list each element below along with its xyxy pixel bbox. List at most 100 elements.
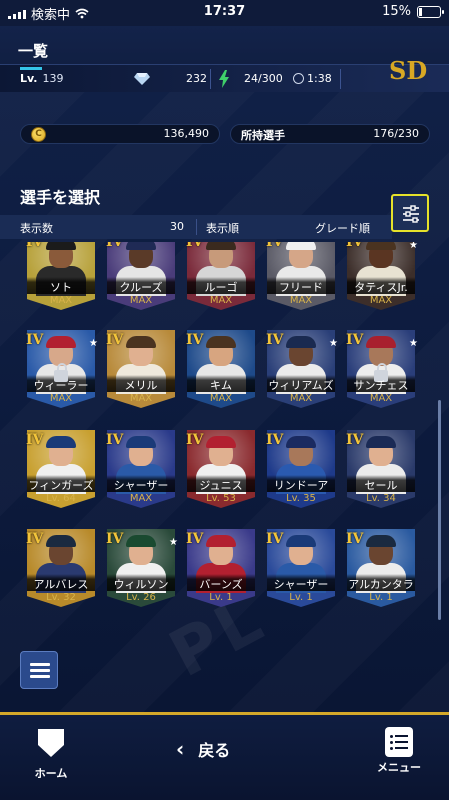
clock-icon	[293, 73, 304, 84]
card-grade: IV	[106, 432, 124, 448]
player-portrait-cap	[286, 242, 316, 250]
section-title: 選手を選択	[20, 188, 101, 207]
player-portrait-cap	[46, 336, 76, 348]
player-name: ルーゴ	[204, 281, 238, 294]
chevron-left-icon: ‹	[176, 737, 185, 761]
battery-text: 15%	[382, 4, 411, 19]
player-level: Lv. 53	[206, 493, 236, 504]
card-grade: IV	[106, 242, 124, 250]
display-count-value[interactable]: 30	[170, 220, 184, 233]
player-level: MAX	[209, 295, 233, 306]
player-portrait-cap	[366, 535, 396, 547]
battery-icon	[417, 5, 444, 18]
player-name: ウィリアムズ	[268, 379, 334, 392]
player-name: バーンズ	[199, 578, 243, 591]
player-level: Lv. 1	[289, 592, 313, 603]
player-portrait-cap	[46, 535, 76, 547]
player-portrait-cap	[126, 242, 156, 250]
player-card[interactable]: IV フリード MAX	[264, 242, 338, 318]
player-portrait-cap	[206, 242, 236, 250]
player-card[interactable]: IV メリル MAX	[104, 330, 178, 416]
player-portrait-cap	[206, 535, 236, 547]
back-button[interactable]: ‹ 戻る	[176, 737, 230, 761]
scrollbar[interactable]	[438, 400, 441, 620]
player-portrait-cap	[46, 242, 76, 250]
player-level: Lv. 1	[209, 592, 233, 603]
player-card[interactable]: IV シャーザー Lv. 1	[264, 529, 338, 615]
player-name: フリード	[279, 281, 323, 294]
display-count-label: 表示数	[20, 222, 53, 235]
player-card[interactable]: IV リンドーア Lv. 35	[264, 430, 338, 516]
player-name: クルーズ	[119, 281, 163, 294]
player-card[interactable]: IV シャーザー MAX	[104, 430, 178, 516]
status-right: 15%	[382, 4, 444, 19]
player-level: Lv. 32	[46, 592, 76, 603]
player-name: タティスJr.	[354, 281, 408, 294]
player-card[interactable]: IV ジュニス Lv. 53	[184, 430, 258, 516]
menu-button[interactable]: メニュー	[372, 727, 426, 787]
player-card[interactable]: IV アルカンタラ Lv. 1	[344, 529, 418, 615]
player-portrait-cap	[286, 436, 316, 448]
roster-count: 176/230	[373, 127, 419, 140]
level-value: 139	[42, 72, 64, 85]
coin-count: 136,490	[163, 127, 210, 140]
player-card-grid: IV ソト MAX IV クルーズ MAX IV ルーゴ MAX IV フリード MAX IV ★ タティス…	[0, 242, 449, 637]
player-name: リンドーア	[273, 479, 329, 492]
player-portrait-cap	[366, 336, 396, 348]
home-plate-icon	[38, 729, 64, 757]
card-grade: IV	[106, 531, 124, 547]
sort-order-label: 表示順	[206, 222, 239, 235]
list-view-button[interactable]	[20, 651, 58, 689]
player-card[interactable]: IV ★ サンチェス MAX	[344, 330, 418, 416]
sort-bar: 表示数 30 表示順 グレード順	[0, 215, 392, 239]
team-logo: SD	[389, 56, 428, 85]
card-grade: IV	[346, 242, 364, 250]
roster-label: 所持選手	[241, 129, 285, 142]
player-card[interactable]: IV クルーズ MAX	[104, 242, 178, 318]
card-grade: IV	[266, 332, 284, 348]
player-portrait-cap	[126, 535, 156, 547]
player-level: Lv. 34	[366, 493, 396, 504]
divider	[210, 69, 211, 89]
player-portrait-cap	[206, 436, 236, 448]
card-grade: IV	[26, 432, 44, 448]
player-card[interactable]: IV ルーゴ MAX	[184, 242, 258, 318]
gem-count: 232	[186, 72, 207, 85]
player-portrait-cap	[46, 436, 76, 448]
level-display: Lv. 139	[20, 67, 63, 85]
star-icon: ★	[89, 338, 98, 349]
card-grade: IV	[266, 531, 284, 547]
back-label: 戻る	[198, 741, 231, 760]
player-card[interactable]: IV フィンガーズ Lv. 64	[24, 430, 98, 516]
player-card[interactable]: IV キム MAX	[184, 330, 258, 416]
player-card[interactable]: IV アルバレス Lv. 32	[24, 529, 98, 615]
player-card[interactable]: IV バーンズ Lv. 1	[184, 529, 258, 615]
page-title: 一覧	[18, 42, 49, 60]
menu-icon	[385, 727, 413, 757]
player-card[interactable]: IV ★ ウィリアムズ MAX	[264, 330, 338, 416]
player-name: ウィルソン	[113, 578, 169, 591]
status-bar: 検索中 17:37 15%	[0, 0, 449, 26]
player-card[interactable]: IV ★ ウィルソン Lv. 26	[104, 529, 178, 615]
card-grade: IV	[26, 332, 44, 348]
bottom-nav: ホーム ‹ 戻る メニュー	[0, 715, 449, 800]
player-card[interactable]: IV ソト MAX	[24, 242, 98, 318]
player-level: MAX	[49, 393, 73, 404]
card-grade: IV	[186, 332, 204, 348]
sort-order-value[interactable]: グレード順	[315, 220, 370, 236]
player-card[interactable]: IV セール Lv. 34	[344, 430, 418, 516]
filter-button[interactable]	[391, 194, 429, 232]
player-portrait-cap	[366, 436, 396, 448]
player-level: MAX	[289, 295, 313, 306]
home-button[interactable]: ホーム	[28, 727, 74, 787]
card-grade: IV	[266, 432, 284, 448]
player-stats-bar: Lv. 139 232 24/300 1:38	[0, 64, 449, 92]
player-card[interactable]: IV ★ タティスJr. MAX	[344, 242, 418, 318]
player-name: フィンガーズ	[28, 479, 94, 492]
diamond-icon	[134, 73, 150, 85]
divider	[340, 69, 341, 89]
player-level: Lv. 35	[286, 493, 316, 504]
home-label: ホーム	[34, 767, 68, 780]
player-name: サンチェス	[353, 379, 409, 392]
player-card[interactable]: IV ★ ウィーラー MAX	[24, 330, 98, 416]
